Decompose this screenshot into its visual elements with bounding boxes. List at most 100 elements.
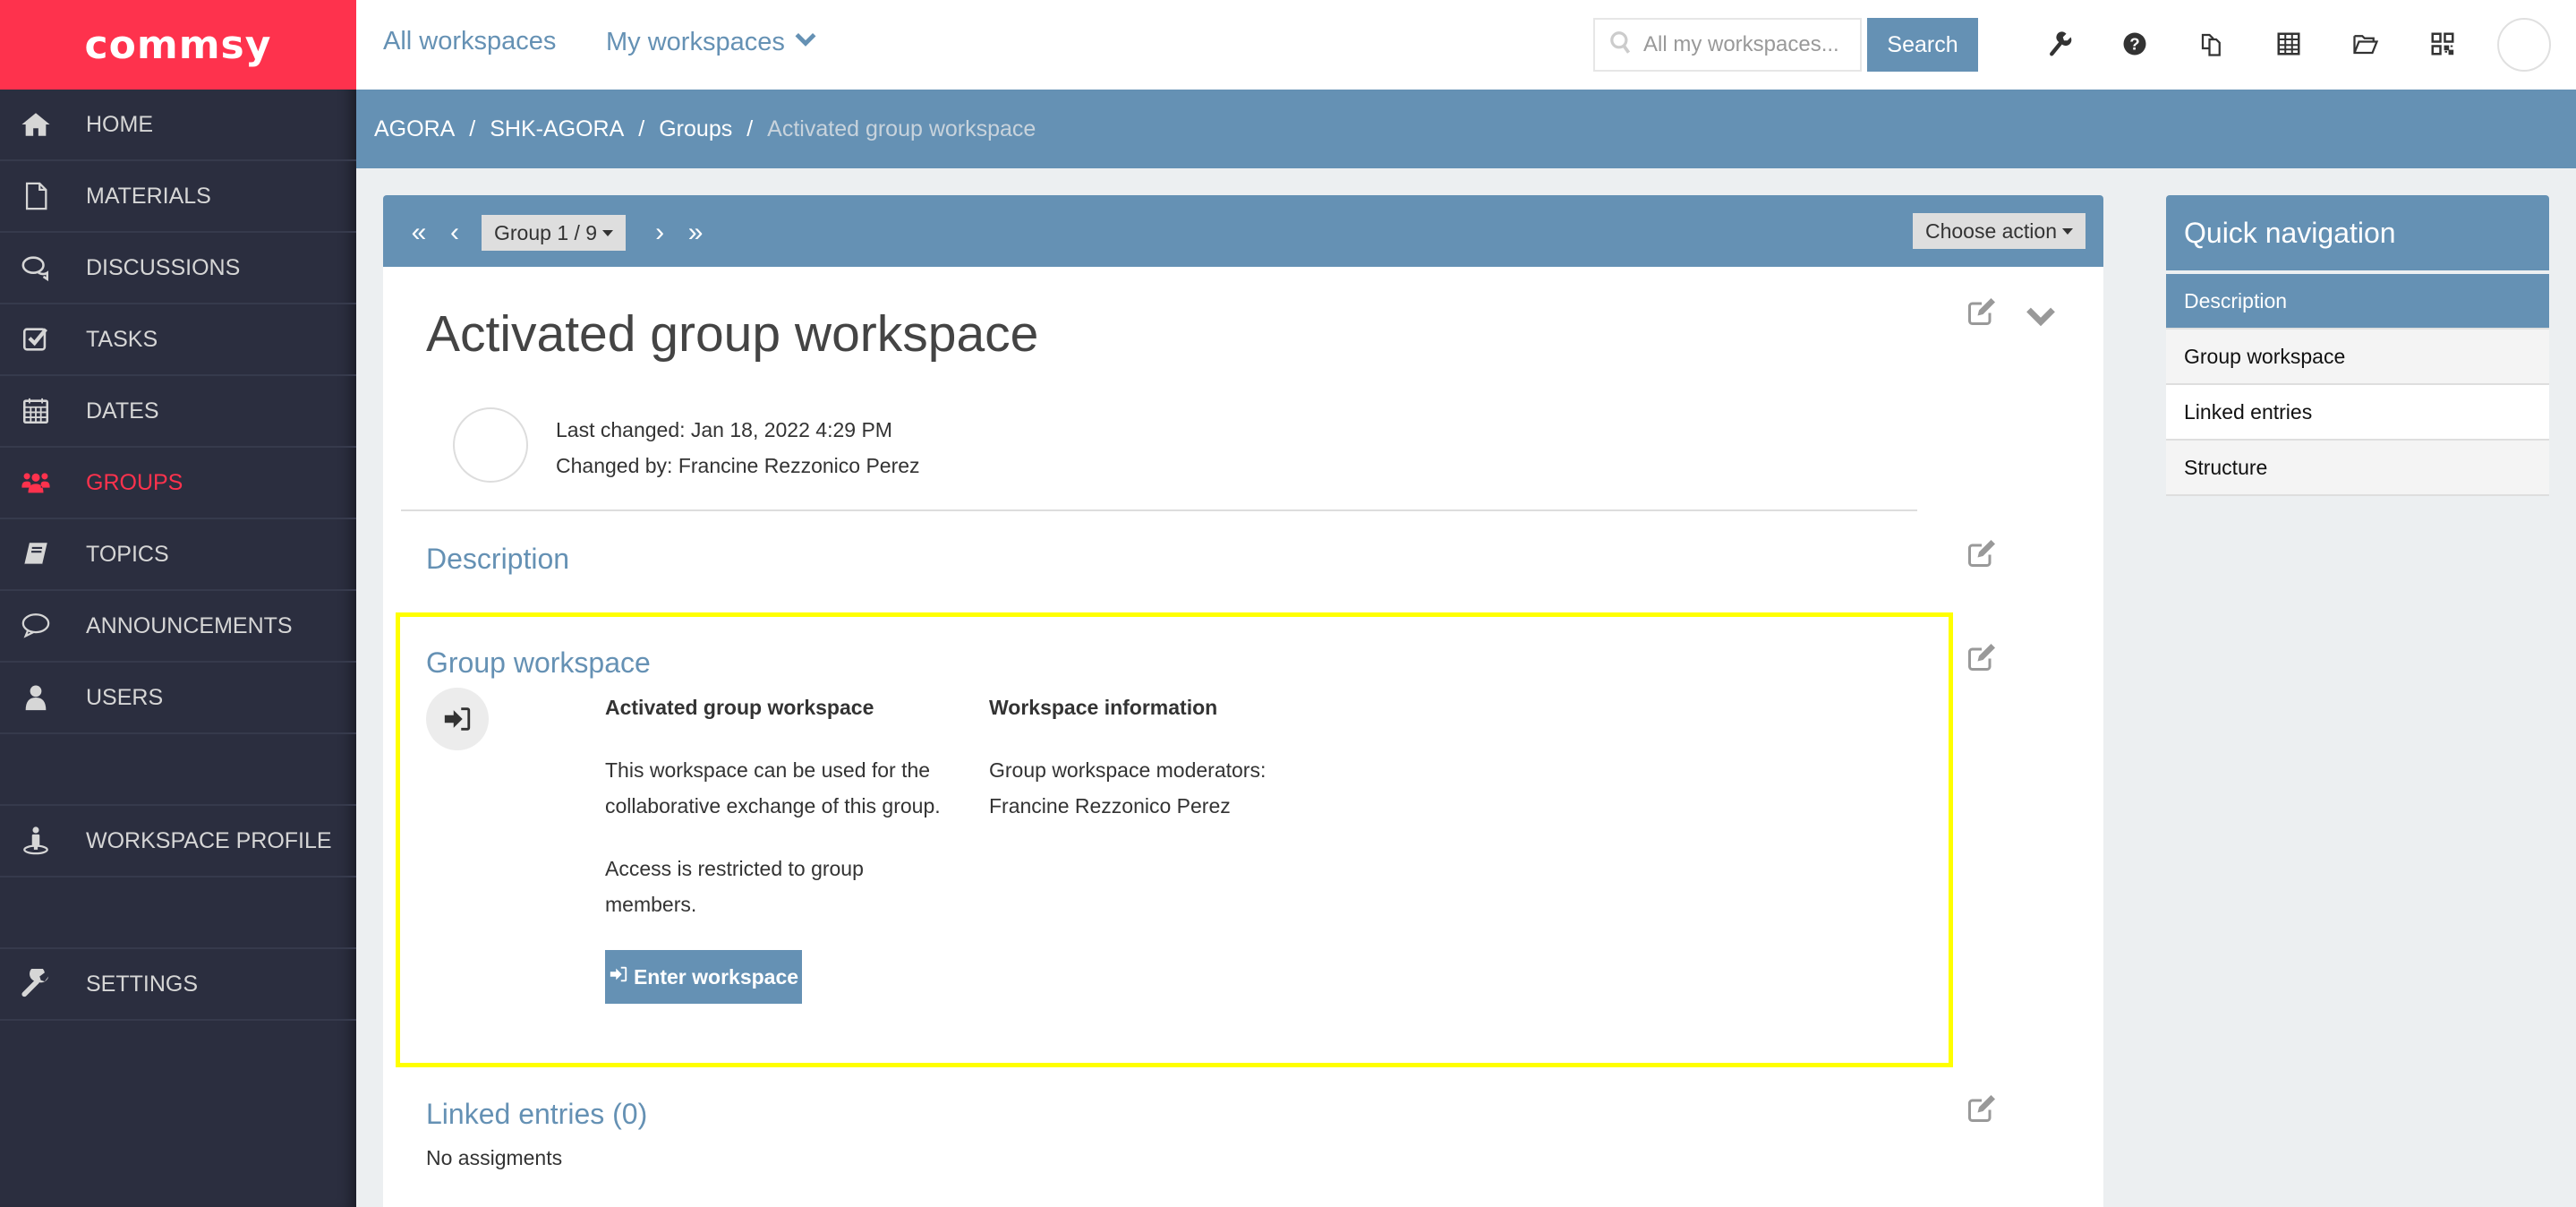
enter-workspace-button[interactable]: Enter workspace	[605, 950, 802, 1004]
edit-linked-entries-icon[interactable]	[1966, 1092, 1998, 1129]
logo-text: commsy	[84, 21, 272, 68]
linked-entries-heading: Linked entries (0)	[426, 1098, 648, 1130]
last-page-button[interactable]: »	[678, 218, 713, 248]
search-icon	[1609, 30, 1633, 61]
sidebar-item-label: WORKSPACE PROFILE	[86, 827, 332, 853]
sidebar: commsy HOME MATERIALS DISCUSSIONS TASKS …	[0, 0, 356, 1207]
chevron-down-icon[interactable]	[2025, 299, 2057, 336]
users-icon	[16, 467, 55, 499]
pager: « ‹ Group 1 / 9 › »	[401, 215, 713, 251]
ws-info-heading: Workspace information	[989, 696, 1218, 719]
detail-card: « ‹ Group 1 / 9 › » Choose action Activa…	[383, 195, 2103, 1207]
calendar-icon	[16, 395, 55, 427]
search-input[interactable]	[1643, 32, 1849, 57]
quicknav-item-linked-entries[interactable]: Linked entries	[2166, 385, 2549, 441]
sidebar-item-label: TASKS	[86, 326, 158, 352]
top-bar: All workspaces My workspaces Search ?	[356, 0, 2576, 90]
sidebar-spacer	[0, 734, 356, 806]
commsy-logo[interactable]: commsy	[0, 0, 356, 90]
file-icon	[16, 180, 55, 212]
moderators-label: Group workspace moderators:	[989, 758, 1267, 782]
book-icon	[16, 538, 55, 570]
breadcrumb: AGORA / SHK-AGORA / Groups / Activated g…	[356, 90, 2576, 168]
divider	[401, 509, 1917, 511]
gw-access-text: Access is restricted to group members.	[605, 857, 864, 916]
breadcrumb-separator: /	[746, 116, 754, 141]
author-avatar	[453, 407, 528, 483]
sidebar-item-tasks[interactable]: TASKS	[0, 304, 356, 376]
group-pager-label: Group 1 / 9	[494, 221, 598, 244]
sidebar-item-label: GROUPS	[86, 469, 183, 495]
sidebar-item-discussions[interactable]: DISCUSSIONS	[0, 233, 356, 304]
sidebar-item-label: HOME	[86, 111, 153, 137]
moderators-value: Francine Rezzonico Perez	[989, 794, 1231, 818]
search-box	[1593, 18, 1862, 72]
breadcrumb-groups[interactable]: Groups	[659, 116, 732, 142]
breadcrumb-separator: /	[638, 116, 645, 141]
sidebar-item-announcements[interactable]: ANNOUNCEMENTS	[0, 591, 356, 663]
quicknav-item-group-workspace[interactable]: Group workspace	[2166, 330, 2549, 385]
prev-page-button[interactable]: ‹	[437, 218, 473, 248]
sidebar-item-topics[interactable]: TOPICS	[0, 519, 356, 591]
all-workspaces-link[interactable]: All workspaces	[383, 27, 556, 56]
checkbox-icon	[16, 323, 55, 355]
folder-open-icon[interactable]	[2350, 29, 2381, 59]
edit-icon[interactable]	[1966, 295, 1998, 332]
sidebar-item-home[interactable]: HOME	[0, 90, 356, 161]
sidebar-item-label: DATES	[86, 398, 159, 424]
breadcrumb-current: Activated group workspace	[767, 116, 1036, 141]
workspace-information-column: Workspace information Group workspace mo…	[989, 689, 1383, 824]
search-button[interactable]: Search	[1867, 18, 1978, 72]
speech-bubble-icon	[16, 610, 55, 642]
street-view-icon	[16, 825, 55, 857]
group-pager-select[interactable]: Group 1 / 9	[482, 215, 627, 251]
help-icon[interactable]: ?	[2120, 29, 2150, 59]
choose-action-dropdown[interactable]: Choose action	[1912, 213, 2086, 249]
caret-down-icon	[602, 229, 614, 236]
table-icon[interactable]	[2273, 29, 2304, 59]
first-page-button[interactable]: «	[401, 218, 437, 248]
copy-icon[interactable]	[2196, 29, 2227, 59]
quicknav-item-structure[interactable]: Structure	[2166, 441, 2549, 496]
sidebar-item-label: MATERIALS	[86, 183, 211, 209]
sidebar-item-settings[interactable]: SETTINGS	[0, 949, 356, 1021]
chevron-down-icon	[785, 27, 817, 57]
last-changed: Last changed: Jan 18, 2022 4:29 PM	[556, 418, 892, 441]
edit-description-icon[interactable]	[1966, 537, 1998, 574]
breadcrumb-shk-agora[interactable]: SHK-AGORA	[490, 116, 624, 142]
changed-by: Changed by: Francine Rezzonico Perez	[556, 454, 920, 477]
svg-text:?: ?	[2129, 34, 2139, 53]
gw-description-text: This workspace can be used for the colla…	[605, 758, 941, 818]
user-avatar[interactable]	[2497, 18, 2551, 72]
sign-in-icon	[426, 688, 489, 750]
qrcode-icon[interactable]	[2427, 29, 2458, 59]
edit-group-workspace-icon[interactable]	[1966, 641, 1998, 678]
sidebar-item-users[interactable]: USERS	[0, 663, 356, 734]
sidebar-item-label: DISCUSSIONS	[86, 254, 241, 280]
sidebar-item-label: USERS	[86, 684, 164, 710]
quick-navigation-title: Quick navigation	[2166, 195, 2549, 270]
user-icon	[16, 681, 55, 714]
wrench-icon	[16, 968, 55, 1000]
quicknav-item-description[interactable]: Description	[2166, 274, 2549, 330]
next-page-button[interactable]: ›	[642, 218, 678, 248]
my-workspaces-dropdown[interactable]: My workspaces	[606, 27, 817, 57]
home-icon	[16, 108, 55, 141]
sign-in-icon	[609, 964, 634, 989]
breadcrumb-agora[interactable]: AGORA	[374, 116, 455, 142]
sidebar-item-label: ANNOUNCEMENTS	[86, 612, 293, 638]
sidebar-spacer	[0, 877, 356, 949]
sidebar-item-groups[interactable]: GROUPS	[0, 448, 356, 519]
group-workspace-heading: Group workspace	[426, 646, 651, 679]
item-meta: Last changed: Jan 18, 2022 4:29 PM Chang…	[556, 412, 920, 484]
choose-action-label: Choose action	[1924, 218, 2057, 243]
sidebar-item-workspace-profile[interactable]: WORKSPACE PROFILE	[0, 806, 356, 877]
quick-navigation: Quick navigation Description Group works…	[2166, 195, 2549, 496]
enter-workspace-label: Enter workspace	[633, 964, 799, 989]
sidebar-item-dates[interactable]: DATES	[0, 376, 356, 448]
my-workspaces-label: My workspaces	[606, 27, 785, 56]
detail-toolbar: « ‹ Group 1 / 9 › » Choose action	[383, 195, 2103, 267]
sidebar-item-materials[interactable]: MATERIALS	[0, 161, 356, 233]
wrench-icon[interactable]	[2044, 29, 2075, 59]
caret-down-icon	[2062, 227, 2073, 235]
